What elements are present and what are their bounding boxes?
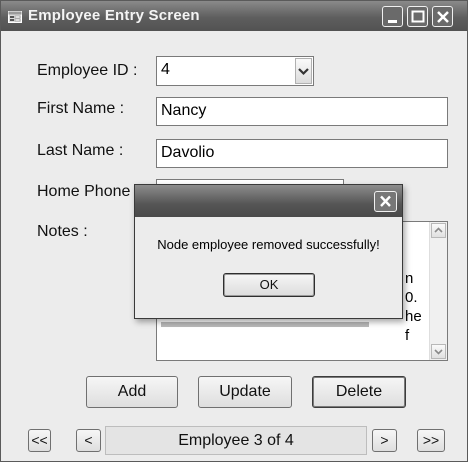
dialog-message: Node employee removed successfully! xyxy=(157,237,380,252)
last-record-button[interactable]: >> xyxy=(417,429,445,452)
close-icon[interactable] xyxy=(374,191,397,212)
window-title: Employee Entry Screen xyxy=(28,7,200,24)
last-name-value: Davolio xyxy=(161,144,215,161)
last-name-label: Last Name : xyxy=(37,142,124,159)
title-bar[interactable]: Employee Entry Screen xyxy=(1,1,467,31)
first-name-value: Nancy xyxy=(161,102,207,119)
previous-record-button[interactable]: < xyxy=(76,429,101,452)
minimize-icon[interactable] xyxy=(382,6,403,27)
add-button[interactable]: Add xyxy=(86,376,178,408)
form-icon xyxy=(8,10,22,23)
message-dialog: Node employee removed successfully! OK xyxy=(134,184,403,319)
scroll-up-icon[interactable] xyxy=(431,223,446,238)
notes-scrollbar[interactable] xyxy=(429,222,447,360)
home-phone-label: Home Phone xyxy=(37,183,131,200)
notes-label: Notes : xyxy=(37,223,88,240)
notes-fragment: 0. xyxy=(405,289,418,306)
close-icon[interactable] xyxy=(432,6,453,27)
ok-button[interactable]: OK xyxy=(223,273,315,297)
employee-entry-window: Employee Entry Screen Employee ID : 4 Fi… xyxy=(0,0,468,462)
first-record-button[interactable]: << xyxy=(28,429,51,452)
notes-obscured-text xyxy=(161,322,369,327)
dialog-title-bar[interactable] xyxy=(135,185,402,217)
last-name-field[interactable]: Davolio xyxy=(156,139,448,168)
notes-fragment: f xyxy=(405,327,410,344)
scroll-down-icon[interactable] xyxy=(431,344,446,359)
notes-fragment: he xyxy=(405,308,422,325)
employee-id-value: 4 xyxy=(161,61,170,78)
next-record-button[interactable]: > xyxy=(372,429,397,452)
maximize-icon[interactable] xyxy=(407,6,428,27)
employee-id-label: Employee ID : xyxy=(37,62,138,79)
update-button[interactable]: Update xyxy=(198,376,292,408)
first-name-label: First Name : xyxy=(37,100,125,117)
notes-fragment: n xyxy=(405,270,414,287)
record-position-status: Employee 3 of 4 xyxy=(105,426,367,455)
delete-button[interactable]: Delete xyxy=(312,376,406,408)
chevron-down-icon[interactable] xyxy=(295,58,312,84)
employee-id-combobox[interactable]: 4 xyxy=(156,56,314,86)
first-name-field[interactable]: Nancy xyxy=(156,97,448,126)
